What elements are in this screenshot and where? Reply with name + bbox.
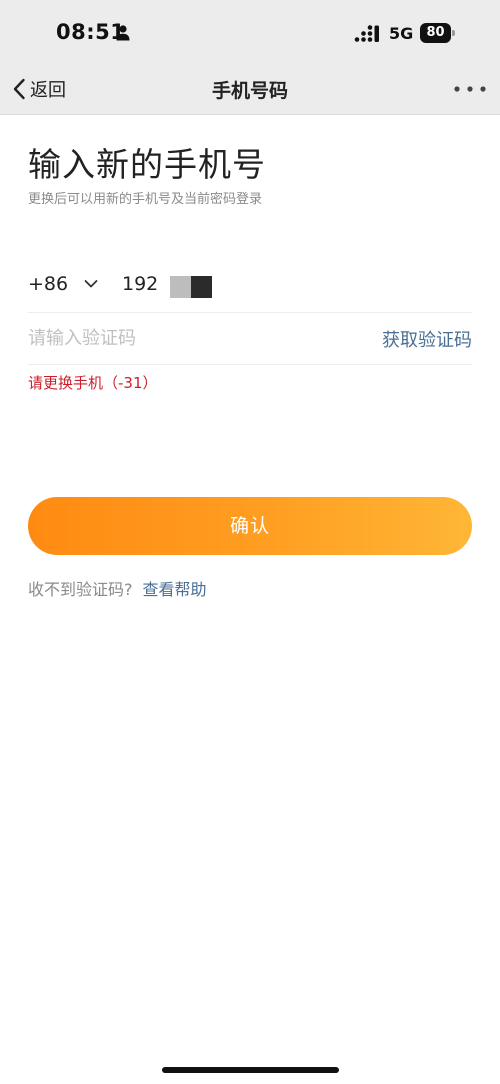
network-label: 5G [389,24,414,43]
help-row: 收不到验证码? 查看帮助 [28,576,207,600]
more-icon[interactable] [452,82,488,96]
error-message: 请更换手机（-31） [28,374,158,392]
person-icon [116,25,130,41]
country-code-selector[interactable]: +86 [28,273,68,295]
page-title: 手机号码 [211,80,288,102]
help-link[interactable]: 查看帮助 [143,580,207,599]
battery-icon: 80 [420,23,456,43]
battery-level: 80 [426,25,445,40]
confirm-button[interactable]: 确认 [28,497,472,555]
back-label: 返回 [30,80,66,101]
signal-icon [354,25,379,42]
chevron-down-icon[interactable] [84,279,98,289]
phone-number-value: 192 [122,273,159,295]
verification-code-row: 获取验证码 [28,312,472,365]
chevron-left-icon [13,78,25,100]
navigation-bar: 返回 手机号码 [0,62,500,115]
redaction-mask [170,276,212,298]
status-bar: 08:51 5G 80 [0,0,500,62]
verification-code-input[interactable] [28,320,328,356]
phone-row: +86 192 [28,260,472,313]
form-subtitle: 更换后可以用新的手机号及当前密码登录 [28,192,263,207]
form-heading: 输入新的手机号 [28,145,266,184]
home-indicator [162,1067,339,1073]
phone-number-input[interactable]: 192 [122,269,462,301]
help-prompt: 收不到验证码? [28,580,133,599]
battery-cap [452,30,455,36]
get-code-button[interactable]: 获取验证码 [382,326,472,352]
back-button[interactable]: 返回 [12,74,66,104]
status-time: 08:51 [56,20,126,44]
